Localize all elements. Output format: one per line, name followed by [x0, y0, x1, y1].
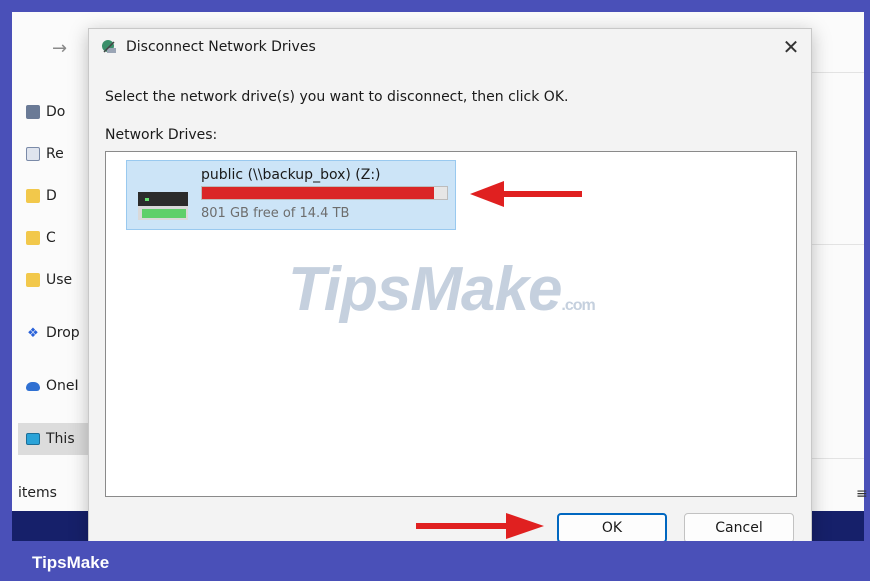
sidebar-item-onedrive[interactable]: OneI — [26, 374, 79, 398]
watermark-text: TipsMake — [288, 255, 562, 324]
folder-icon — [26, 189, 40, 203]
this-pc-icon — [26, 433, 40, 445]
sidebar-item-label: C — [46, 230, 56, 246]
cancel-button[interactable]: Cancel — [684, 513, 794, 543]
close-icon[interactable]: ✕ — [779, 35, 803, 59]
sidebar-item-dropbox[interactable]: ❖ Drop — [26, 321, 80, 345]
annotation-arrow-right-icon — [416, 513, 544, 539]
document-icon — [26, 105, 40, 119]
sidebar-item-label: D — [46, 188, 57, 204]
sidebar-item-this-pc[interactable]: This — [26, 427, 75, 451]
recent-icon — [26, 147, 40, 161]
sidebar-item-label: OneI — [46, 378, 79, 394]
annotation-arrow-left-icon — [470, 181, 582, 207]
details-view-icon[interactable]: ≡ — [856, 486, 868, 502]
watermark-suffix: .com — [561, 297, 595, 314]
sidebar-item-label: Drop — [46, 325, 80, 341]
divider — [810, 458, 864, 459]
watermark: TipsMake.com — [288, 254, 596, 325]
drive-usage-bar — [201, 186, 448, 200]
forward-arrow-icon[interactable]: → — [52, 38, 67, 59]
dialog-instruction: Select the network drive(s) you want to … — [105, 89, 569, 105]
dropbox-icon: ❖ — [27, 325, 39, 341]
dialog-title: Disconnect Network Drives — [126, 39, 316, 55]
frame-left — [0, 0, 12, 581]
taskbar-left — [12, 511, 88, 541]
sidebar-item-label: This — [46, 431, 75, 447]
ok-button[interactable]: OK — [557, 513, 667, 543]
frame-top — [0, 0, 870, 12]
folder-icon — [26, 231, 40, 245]
sidebar-item-documents[interactable]: Do — [26, 100, 65, 124]
drive-usage-fill — [202, 187, 434, 199]
status-bar-items: items — [18, 485, 57, 501]
divider — [810, 72, 864, 73]
drive-name: public (\\backup_box) (Z:) — [201, 167, 381, 183]
sidebar-item-label: Use — [46, 272, 73, 288]
folder-icon — [26, 273, 40, 287]
sidebar-item-folder-c[interactable]: C — [26, 226, 56, 250]
drive-free-space: 801 GB free of 14.4 TB — [201, 206, 350, 221]
sidebar-item-users[interactable]: Use — [26, 268, 72, 292]
sidebar-item-label: Do — [46, 104, 66, 120]
onedrive-icon — [26, 381, 40, 391]
sidebar-item-folder-d[interactable]: D — [26, 184, 57, 208]
dialog-titlebar[interactable]: Disconnect Network Drives ✕ — [89, 29, 811, 65]
drive-item-z[interactable]: public (\\backup_box) (Z:) 801 GB free o… — [126, 160, 456, 230]
network-drive-icon — [102, 40, 116, 53]
divider — [810, 244, 864, 245]
network-drives-label: Network Drives: — [105, 127, 218, 143]
brand-label: TipsMake — [32, 553, 110, 572]
sidebar-item-label: Re — [46, 146, 64, 162]
frame-bottom — [0, 541, 870, 581]
drive-icon — [138, 192, 188, 220]
sidebar-item-recent[interactable]: Re — [26, 142, 64, 166]
